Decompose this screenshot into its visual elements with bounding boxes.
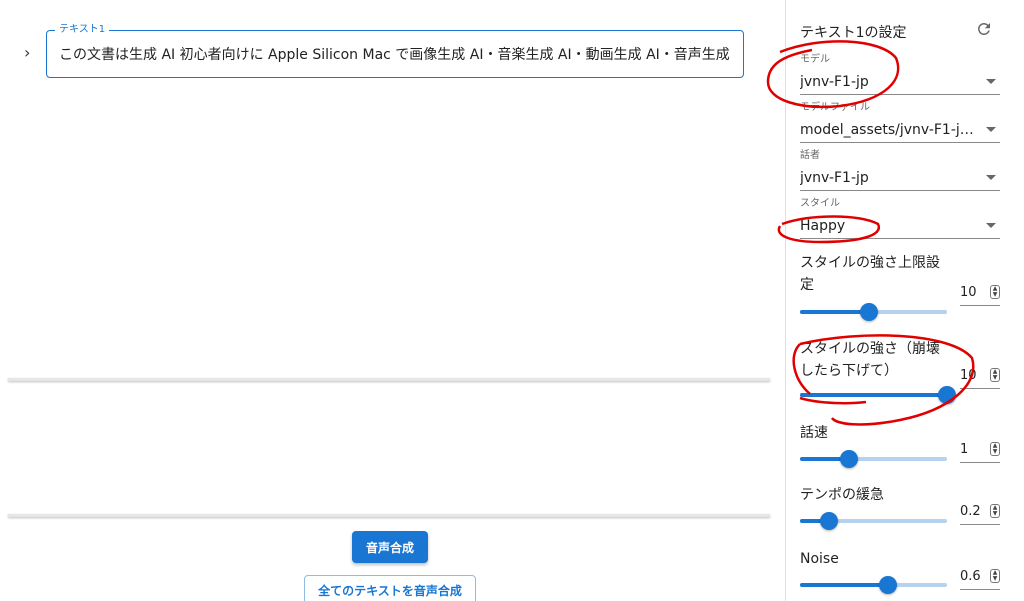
spinner-icon[interactable]: ▲ ▼ <box>990 504 1000 518</box>
slider-track[interactable] <box>800 386 956 404</box>
reset-icon[interactable] <box>975 20 993 38</box>
speaker-label: 話者 <box>800 150 820 161</box>
model-file-value: model_assets/jvnv-F1-jp/jvnv-F1-jp_e160_… <box>800 122 978 138</box>
number-input[interactable]: 10 ▲ ▼ <box>960 363 1000 389</box>
slider-thumb[interactable] <box>879 576 898 594</box>
slider-fill <box>800 310 870 314</box>
dropdown-arrow-icon[interactable] <box>986 79 996 84</box>
slider-label: スタイルの強さ上限設定 <box>800 255 940 293</box>
slider-style-strength: スタイルの強さ（崩壊したら下げて） 10 ▲ ▼ <box>800 338 1000 404</box>
main-area: › テキスト1 この文書は生成 AI 初心者向けに Apple Silicon … <box>0 0 784 601</box>
speaker-select[interactable]: 話者 jvnv-F1-jp <box>800 150 1000 191</box>
slider-thumb[interactable] <box>839 450 858 468</box>
text-field-label: テキスト1 <box>55 23 110 37</box>
model-file-label: モデルファイル <box>800 102 870 113</box>
style-value: Happy <box>800 218 846 234</box>
settings-panel: テキスト1の設定 モデル jvnv-F1-jp モデルファイル model_as… <box>785 0 1024 601</box>
slider-track[interactable] <box>800 450 947 468</box>
expand-chevron-icon[interactable]: › <box>24 44 38 62</box>
slider-tempo: テンポの緩急 0.2 ▲ ▼ <box>800 484 1000 530</box>
number-value: 10 <box>960 285 977 300</box>
slider-track[interactable] <box>800 512 947 530</box>
dropdown-arrow-icon[interactable] <box>986 175 996 180</box>
number-value: 10 <box>960 368 977 383</box>
slider-label: Noise <box>800 551 839 567</box>
slider-fill <box>800 393 947 397</box>
synthesize-all-button[interactable]: 全てのテキストを音声合成 <box>304 575 476 601</box>
dropdown-arrow-icon[interactable] <box>986 223 996 228</box>
slider-thumb[interactable] <box>938 386 956 404</box>
slider-thumb[interactable] <box>860 303 879 321</box>
app-root: › テキスト1 この文書は生成 AI 初心者向けに Apple Silicon … <box>0 0 1024 601</box>
slider-label: スタイルの強さ（崩壊したら下げて） <box>800 341 940 379</box>
number-input[interactable]: 0.2 ▲ ▼ <box>960 499 1000 525</box>
slider-label: 話速 <box>800 425 828 441</box>
slider-label: テンポの緩急 <box>800 487 884 503</box>
text-input-field[interactable]: テキスト1 この文書は生成 AI 初心者向けに Apple Silicon Ma… <box>46 23 744 78</box>
number-value: 1 <box>960 442 969 457</box>
model-file-select[interactable]: モデルファイル model_assets/jvnv-F1-jp/jvnv-F1-… <box>800 102 1000 143</box>
spinner-icon[interactable]: ▲ ▼ <box>990 442 1000 456</box>
spinner-icon[interactable]: ▲ ▼ <box>990 285 1000 299</box>
slider-thumb[interactable] <box>820 512 839 530</box>
number-value: 0.6 <box>960 569 981 584</box>
speaker-value: jvnv-F1-jp <box>800 170 869 186</box>
model-label: モデル <box>800 54 830 65</box>
style-select[interactable]: スタイル Happy <box>800 198 1000 239</box>
section-divider <box>8 378 770 381</box>
slider-track[interactable] <box>800 303 947 321</box>
text-field-value[interactable]: この文書は生成 AI 初心者向けに Apple Silicon Mac で画像生… <box>59 45 733 65</box>
settings-title: テキスト1の設定 <box>800 25 907 41</box>
slider-speed: 話速 1 ▲ ▼ <box>800 422 1000 468</box>
section-divider <box>8 514 770 517</box>
slider-fill <box>800 583 889 587</box>
model-select[interactable]: モデル jvnv-F1-jp <box>800 54 1000 95</box>
spinner-icon[interactable]: ▲ ▼ <box>990 569 1000 583</box>
number-input[interactable]: 1 ▲ ▼ <box>960 437 1000 463</box>
slider-track[interactable] <box>800 576 947 594</box>
style-label: スタイル <box>800 198 840 209</box>
model-value: jvnv-F1-jp <box>800 74 869 90</box>
number-input[interactable]: 10 ▲ ▼ <box>960 280 1000 306</box>
slider-noise: Noise 0.6 ▲ ▼ <box>800 548 1000 594</box>
spinner-icon[interactable]: ▲ ▼ <box>990 368 1000 382</box>
slider-style-strength-max: スタイルの強さ上限設定 10 ▲ ▼ <box>800 252 1000 321</box>
number-value: 0.2 <box>960 504 981 519</box>
synthesize-button[interactable]: 音声合成 <box>352 531 428 563</box>
number-input[interactable]: 0.6 ▲ ▼ <box>960 564 1000 590</box>
dropdown-arrow-icon[interactable] <box>986 127 996 132</box>
